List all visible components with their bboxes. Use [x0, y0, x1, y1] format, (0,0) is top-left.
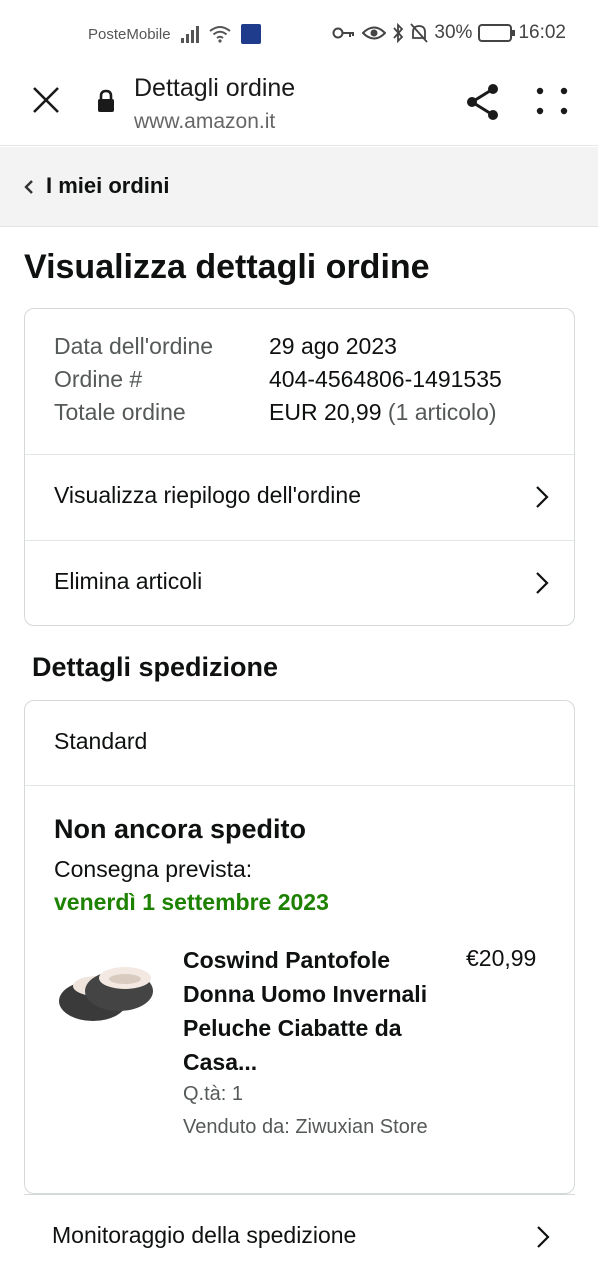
chevron-left-icon [24, 180, 33, 194]
lock-icon [98, 89, 114, 112]
eye-icon [362, 26, 387, 40]
order-number-label: Ordine # [54, 366, 143, 392]
chevron-right-icon [537, 1226, 550, 1248]
status-bar-left: PosteMobile [88, 24, 261, 44]
status-bar-right: 30% 16:02 [332, 22, 566, 44]
shipment-status: Non ancora spedito [54, 814, 307, 844]
signal-icon [180, 25, 199, 43]
close-icon[interactable] [28, 82, 64, 118]
mute-bell-icon [410, 23, 429, 43]
key-icon [332, 27, 355, 39]
clock: 16:02 [518, 22, 566, 43]
browser-page-title: Dettagli ordine [134, 74, 296, 102]
expected-delivery-date: venerdì 1 settembre 2023 [54, 889, 329, 915]
order-summary-card: Data dell'ordine 29 ago 2023 Ordine # 40… [24, 308, 575, 626]
order-number-value: 404-4564806-1491535 [269, 366, 502, 392]
delete-items-link[interactable]: Elimina articoli [25, 541, 574, 625]
order-item-count: (1 articolo) [387, 399, 497, 425]
share-icon[interactable] [464, 82, 502, 122]
browser-url[interactable]: www.amazon.it [134, 110, 275, 134]
product-seller: Venduto da: Ziwuxian Store [183, 1116, 428, 1138]
breadcrumb-my-orders-link[interactable]: I miei ordini [46, 173, 169, 199]
slippers-image[interactable] [53, 946, 161, 1036]
divider [25, 785, 574, 786]
expected-delivery-label: Consegna prevista: [54, 856, 253, 882]
chevron-right-icon [536, 486, 549, 508]
wifi-icon [208, 26, 231, 43]
track-shipment-label: Monitoraggio della spedizione [52, 1222, 357, 1248]
track-shipment-link[interactable]: Monitoraggio della spedizione [24, 1194, 575, 1280]
order-total-value: EUR 20,99 [269, 399, 382, 425]
status-bar: PosteMobile 30% 16:02 [0, 0, 598, 70]
order-total-label: Totale ordine [54, 399, 186, 425]
view-order-summary-link[interactable]: Visualizza riepilogo dell'ordine [25, 455, 574, 540]
view-order-summary-label: Visualizza riepilogo dell'ordine [54, 482, 361, 508]
carrier-name: PosteMobile [88, 25, 171, 43]
shipping-section-title: Dettagli spedizione [32, 652, 279, 682]
chevron-right-icon [536, 572, 549, 594]
order-date-value: 29 ago 2023 [269, 333, 397, 359]
more-options-icon[interactable] [532, 86, 572, 116]
delete-items-label: Elimina articoli [54, 568, 203, 594]
bluetooth-icon [393, 23, 404, 43]
page-title: Visualizza dettagli ordine [24, 248, 430, 286]
order-date-label: Data dell'ordine [54, 333, 214, 359]
product-price: €20,99 [466, 945, 537, 971]
order-total-value-group: EUR 20,99 (1 articolo) [269, 399, 497, 426]
browser-toolbar: Dettagli ordine www.amazon.it [0, 70, 598, 146]
shipment-card: Standard Non ancora spedito Consegna pre… [24, 700, 575, 1194]
shipping-method: Standard [54, 728, 148, 754]
battery-icon [478, 24, 516, 42]
battery-percent: 30% [434, 22, 473, 43]
breadcrumb[interactable]: I miei ordini [0, 147, 598, 227]
app-notification-icon [240, 24, 261, 44]
product-quantity: Q.tà: 1 [183, 1083, 244, 1105]
product-title-link[interactable]: Coswind Pantofole Donna Uomo Invernali P… [183, 943, 433, 1079]
